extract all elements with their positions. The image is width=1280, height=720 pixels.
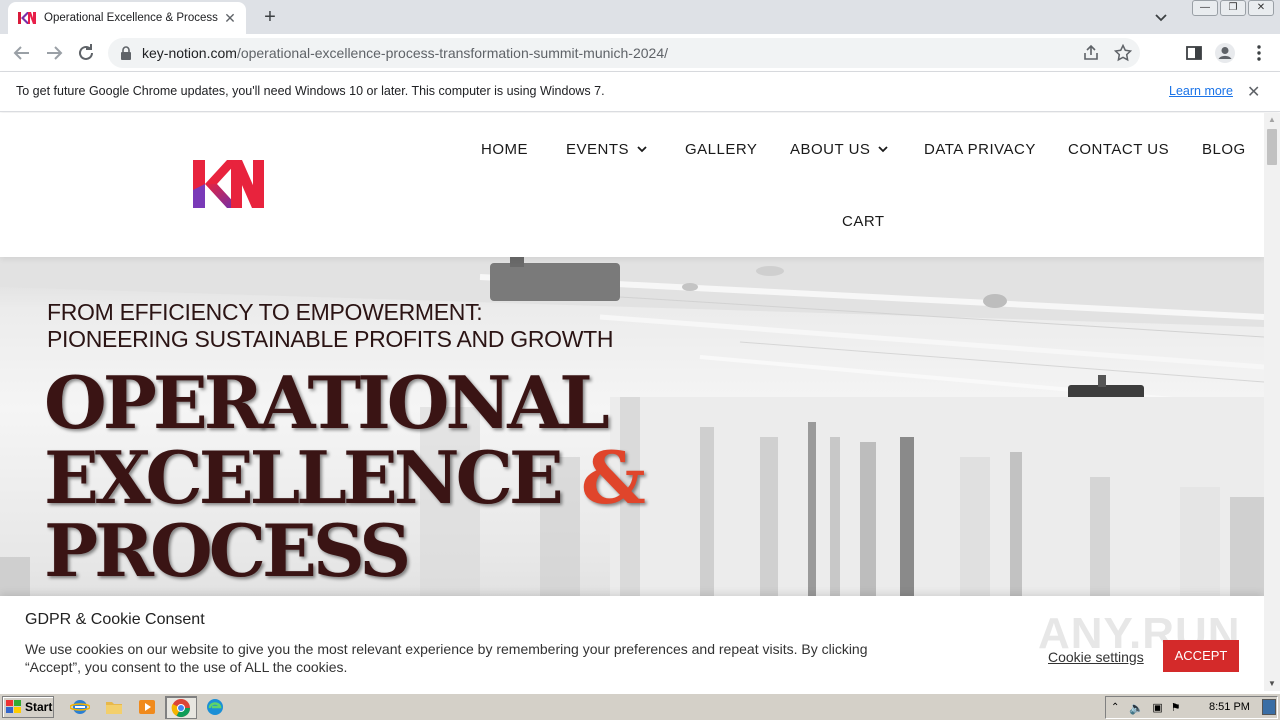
browser-tab[interactable]: Operational Excellence & Process Tra ✕ <box>8 2 246 34</box>
internet-explorer-icon[interactable] <box>69 698 91 716</box>
side-panel-icon[interactable] <box>1183 42 1205 64</box>
profile-avatar-icon[interactable] <box>1214 42 1236 64</box>
learn-more-link[interactable]: Learn more <box>1169 84 1233 98</box>
nav-contact-label: CONTACT US <box>1068 140 1170 158</box>
close-window-button[interactable]: ✕ <box>1248 0 1274 16</box>
nav-cart[interactable]: CART <box>842 210 885 232</box>
close-tab-icon[interactable]: ✕ <box>222 10 238 26</box>
tab-strip: Operational Excellence & Process Tra ✕ +… <box>0 0 1280 34</box>
chevron-down-icon <box>878 145 889 152</box>
nav-gallery-label: GALLERY <box>685 140 758 158</box>
kebab-menu-icon[interactable] <box>1248 42 1270 64</box>
kn-logo[interactable] <box>193 160 265 210</box>
forward-arrow-icon[interactable] <box>42 41 66 65</box>
tab-title: Operational Excellence & Process Tra <box>44 12 218 24</box>
hero-title-ampersand: & <box>580 435 646 520</box>
tab-search-chevron-icon[interactable] <box>1152 8 1170 26</box>
edge-icon[interactable] <box>205 698 225 716</box>
minimize-window-button[interactable]: — <box>1192 0 1218 16</box>
media-player-icon[interactable] <box>137 698 157 716</box>
volume-icon[interactable]: 🔈 <box>1129 701 1144 715</box>
hero-subtitle-line-1: FROM EFFICIENCY TO EMPOWERMENT: <box>47 299 483 325</box>
accept-cookies-button[interactable]: ACCEPT <box>1163 640 1239 672</box>
taskbar-clock[interactable]: 8:51 PM <box>1209 701 1250 713</box>
windows-taskbar: Start ⌃ 🔈 ▣ ⚑ 8:51 PM <box>0 693 1280 720</box>
show-hidden-icons-icon[interactable]: ⌃ <box>1111 702 1119 713</box>
chrome-icon <box>171 699 190 718</box>
start-label: Start <box>25 700 53 714</box>
nav-blog[interactable]: BLOG <box>1202 138 1246 160</box>
restore-window-button[interactable]: ❐ <box>1220 0 1246 16</box>
url-path: /operational-excellence-process-transfor… <box>236 45 669 61</box>
site-header: HOME EVENTS GALLERY ABOUT US DATA PRIVAC… <box>0 113 1264 257</box>
hero-title-line-2: EXCELLENCE & <box>44 442 646 514</box>
network-icon[interactable]: ▣ <box>1152 701 1162 714</box>
file-explorer-icon[interactable] <box>104 698 124 716</box>
infobar-message: To get future Google Chrome updates, you… <box>16 84 605 98</box>
lock-icon[interactable] <box>118 45 134 61</box>
close-infobar-icon[interactable]: ✕ <box>1247 82 1260 102</box>
nav-home[interactable]: HOME <box>481 138 528 160</box>
windows-logo-icon <box>6 700 21 713</box>
nav-about-label: ABOUT US <box>790 140 871 158</box>
nav-home-label: HOME <box>481 140 528 158</box>
hero-title-line-1: OPERATIONAL <box>44 360 610 445</box>
url-host: key-notion.com <box>142 45 237 61</box>
address-bar[interactable]: key-notion.com/operational-excellence-pr… <box>108 38 1140 68</box>
scroll-thumb[interactable] <box>1267 129 1277 165</box>
cookie-title: GDPR & Cookie Consent <box>25 611 205 628</box>
hero-title-line-3: PROCESS <box>44 508 411 593</box>
cookie-settings-link[interactable]: Cookie settings <box>1048 649 1144 665</box>
reload-icon[interactable] <box>74 41 98 65</box>
browser-toolbar: key-notion.com/operational-excellence-pr… <box>0 34 1280 72</box>
show-desktop-icon[interactable] <box>1262 699 1276 715</box>
share-icon[interactable] <box>1082 44 1100 62</box>
nav-contact-us[interactable]: CONTACT US <box>1068 138 1169 160</box>
nav-events-label: EVENTS <box>566 140 630 158</box>
new-tab-button[interactable]: + <box>258 6 282 28</box>
nav-about-us[interactable]: ABOUT US <box>790 138 889 160</box>
cookie-description: We use cookies on our website to give yo… <box>25 641 868 675</box>
nav-privacy-label: DATA PRIVACY <box>924 140 1036 158</box>
nav-events[interactable]: EVENTS <box>566 138 647 160</box>
nav-blog-label: BLOG <box>1202 140 1246 158</box>
nav-cart-label: CART <box>842 212 885 230</box>
web-page: HOME EVENTS GALLERY ABOUT US DATA PRIVAC… <box>0 113 1264 691</box>
scroll-down-arrow-icon[interactable]: ▼ <box>1264 677 1280 691</box>
chevron-down-icon <box>637 145 647 152</box>
kn-favicon-icon <box>18 11 36 25</box>
back-arrow-icon[interactable] <box>10 41 34 65</box>
update-infobar: To get future Google Chrome updates, you… <box>0 72 1280 112</box>
bookmark-star-icon[interactable] <box>1113 43 1133 62</box>
start-button[interactable]: Start <box>2 696 54 718</box>
hero-subtitle-line-2: PIONEERING SUSTAINABLE PROFITS AND GROWT… <box>47 326 614 352</box>
system-tray: ⌃ 🔈 ▣ ⚑ <box>1105 696 1278 719</box>
chrome-taskbar-button[interactable] <box>165 696 197 719</box>
scroll-up-arrow-icon[interactable]: ▲ <box>1264 113 1280 127</box>
page-scrollbar[interactable]: ▲ ▼ <box>1264 113 1280 691</box>
action-center-flag-icon[interactable]: ⚑ <box>1171 701 1181 714</box>
nav-data-privacy[interactable]: DATA PRIVACY <box>924 138 1036 160</box>
cookie-consent-banner: GDPR & Cookie Consent We use cookies on … <box>0 596 1264 691</box>
nav-gallery[interactable]: GALLERY <box>685 138 757 160</box>
